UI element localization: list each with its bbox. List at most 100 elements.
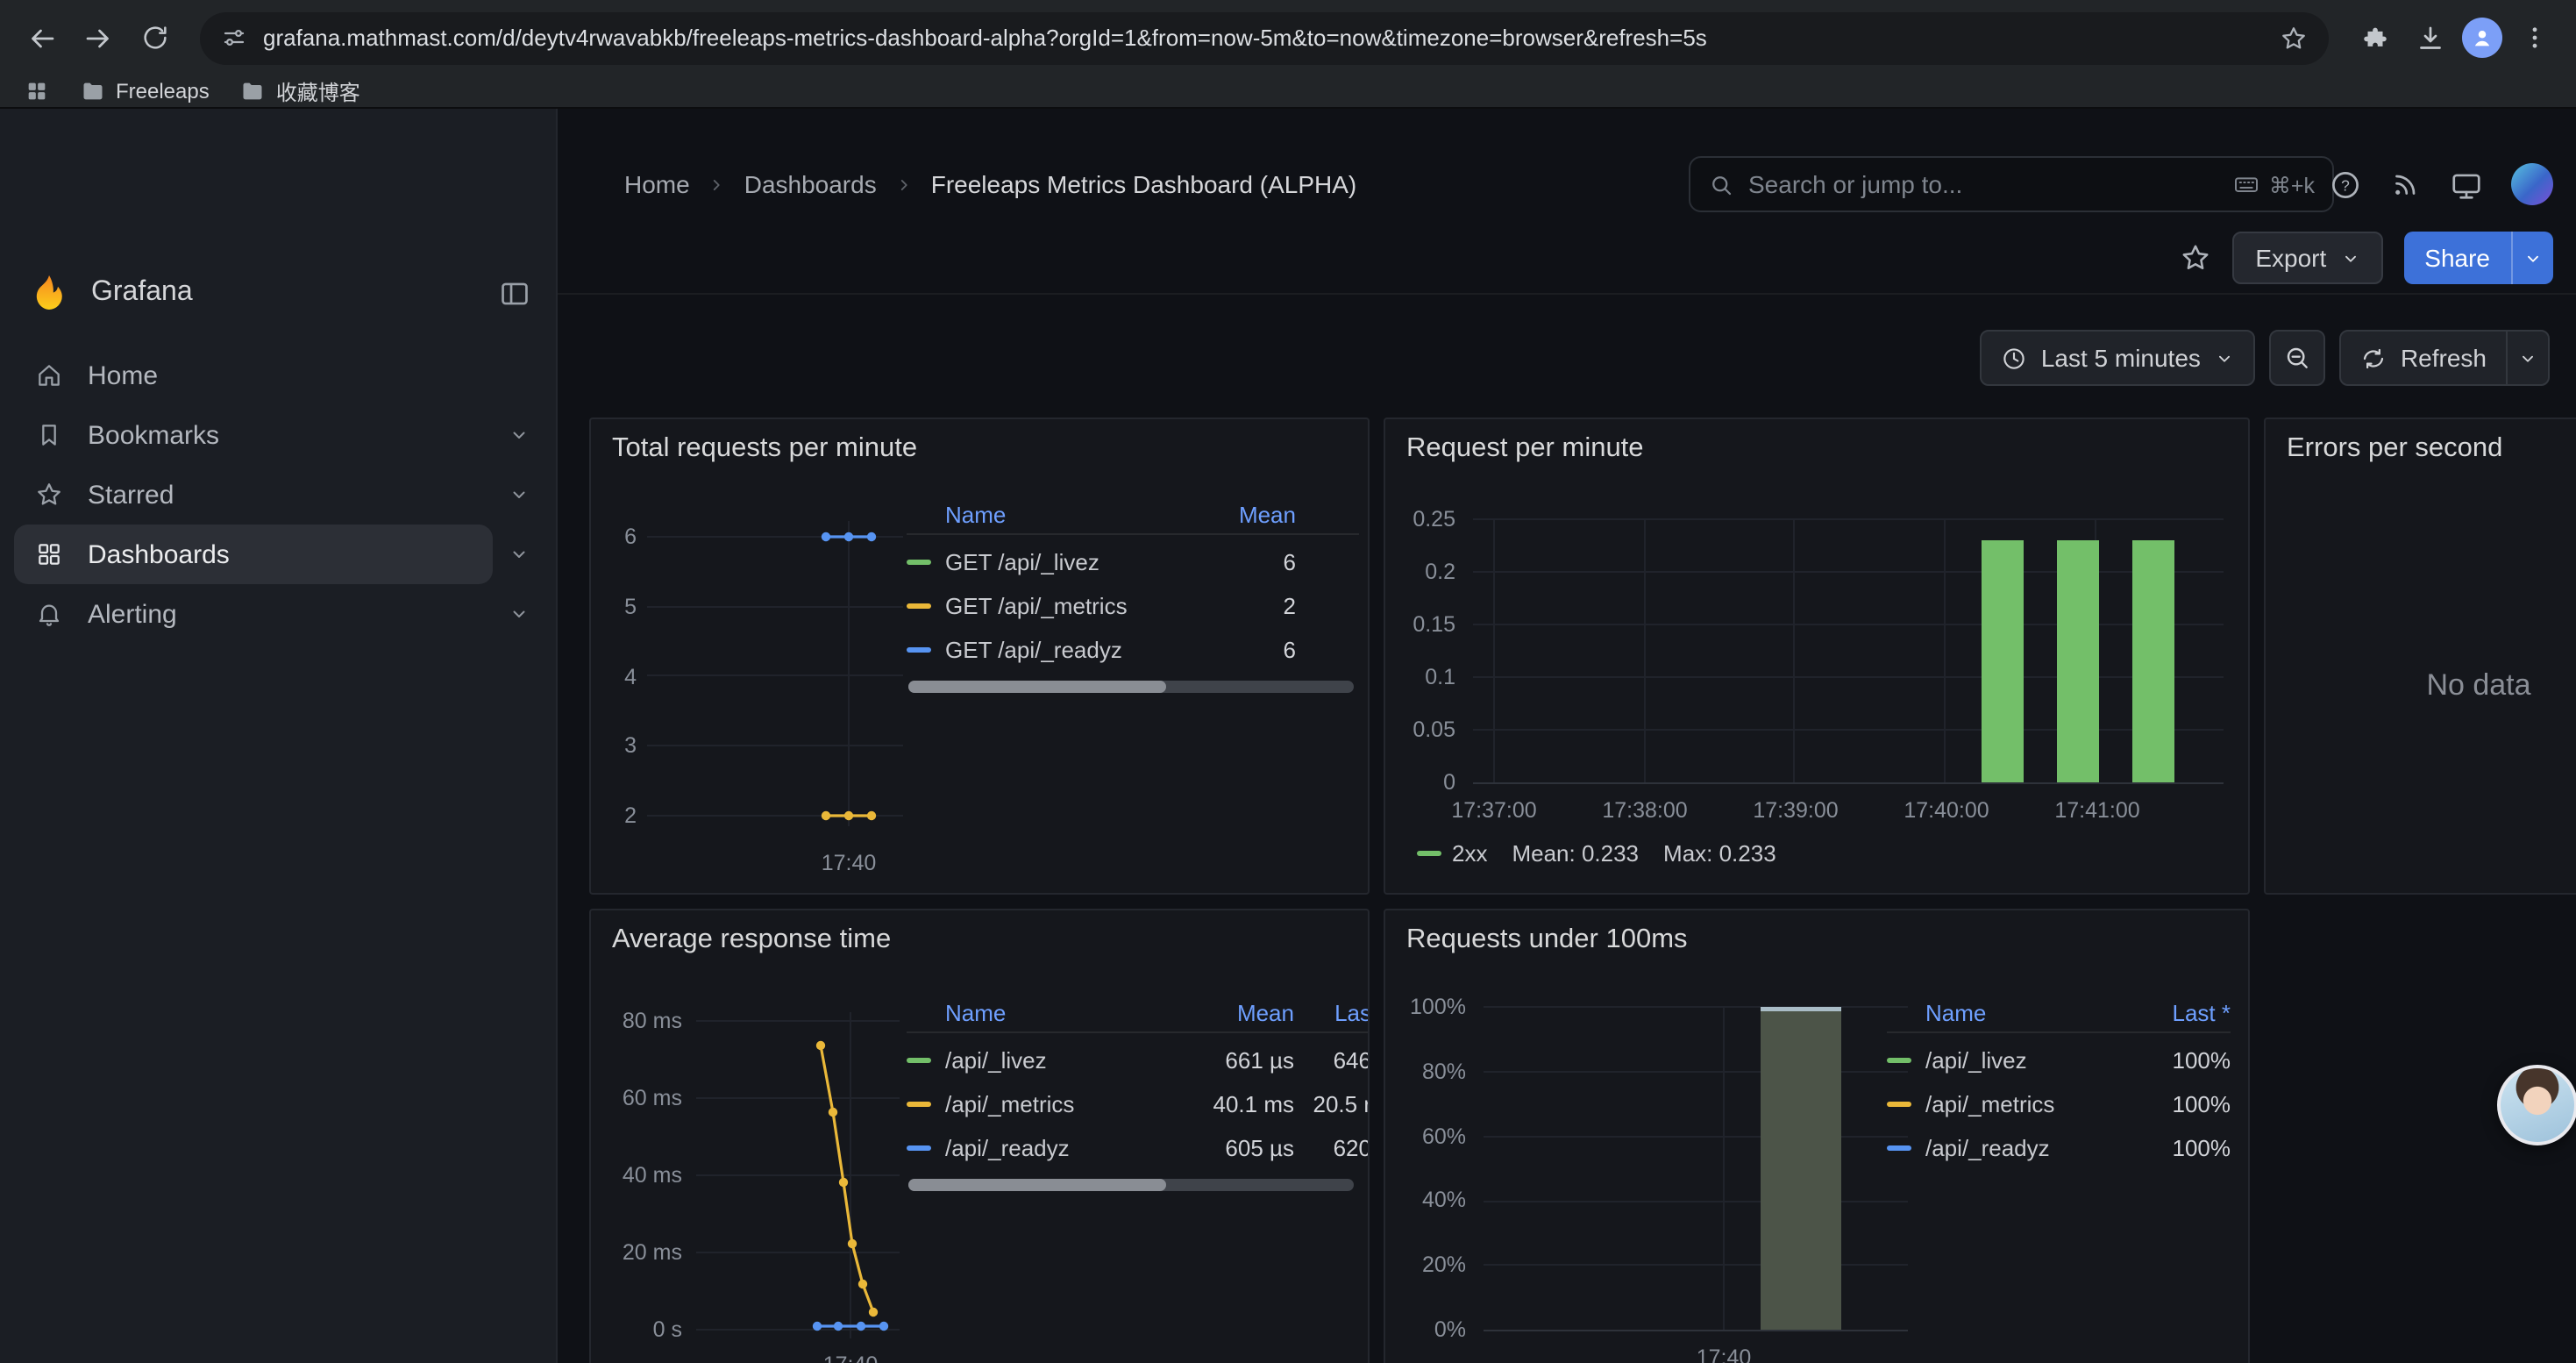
reload-button[interactable] <box>130 13 179 62</box>
breadcrumb-home[interactable]: Home <box>624 170 690 198</box>
grafana-brand[interactable]: Grafana <box>28 256 193 330</box>
legend-header-name[interactable]: Name <box>907 1000 1185 1026</box>
share-menu-chevron[interactable] <box>2511 232 2553 284</box>
series-mean: 6 <box>1284 549 1359 575</box>
sidebar-nav: Home Bookmarks Starred <box>0 346 556 644</box>
user-avatar[interactable] <box>2511 163 2553 205</box>
panel-total-requests-per-minute: Total requests per minute 65432 17:40 Na… <box>589 417 1370 895</box>
browser-menu-icon[interactable] <box>2509 13 2558 62</box>
refresh-interval-chevron[interactable] <box>2506 332 2548 384</box>
sidebar-link-dashboards[interactable]: Dashboards <box>14 525 493 584</box>
series-name[interactable]: GET /api/_readyz <box>945 637 1122 663</box>
grafana-logo-icon <box>28 272 70 314</box>
series-last: 100% <box>2136 1135 2231 1161</box>
breadcrumb: Home Dashboards Freeleaps Metrics Dashbo… <box>624 167 1356 202</box>
series-mean: 40.1 ms <box>1185 1091 1294 1117</box>
bar-chart <box>1480 995 1911 1345</box>
expand-chevron-icon[interactable] <box>493 425 545 446</box>
panel-title[interactable]: Errors per second <box>2287 433 2502 465</box>
series-name[interactable]: /api/_livez <box>945 1047 1047 1074</box>
legend-row: GET /api/_livez 6 <box>907 540 1359 584</box>
forward-button[interactable] <box>74 13 123 62</box>
legend-header-last[interactable]: Last * <box>2136 1000 2231 1026</box>
bookmark-star-icon[interactable] <box>2280 24 2308 52</box>
sidebar-item-alerting: Alerting <box>0 584 556 644</box>
back-button[interactable] <box>18 13 67 62</box>
legend-table: Name Mean GET /api/_livez 6 GET /api/_me… <box>907 496 1359 672</box>
sidebar-item-starred: Starred <box>0 465 556 525</box>
sidebar-item-label: Starred <box>88 480 174 510</box>
series-name[interactable]: /api/_readyz <box>945 1135 1070 1161</box>
site-info-icon[interactable] <box>221 25 247 51</box>
header-divider <box>558 293 2576 295</box>
x-axis-labels: 17:37:0017:38:0017:39:0017:40:0017:41:00 <box>1419 798 2173 823</box>
series-name[interactable]: GET /api/_metrics <box>945 593 1128 619</box>
series-swatch <box>907 560 931 565</box>
bookmark-folder-blogs[interactable]: 收藏博客 <box>241 76 360 106</box>
browser-profile-avatar[interactable] <box>2462 18 2502 58</box>
legend-header-mean[interactable]: Mean <box>1239 502 1359 528</box>
series-name[interactable]: /api/_metrics <box>1925 1091 2054 1117</box>
expand-chevron-icon[interactable] <box>493 484 545 505</box>
series-name[interactable]: GET /api/_livez <box>945 549 1099 575</box>
sidebar-link-starred[interactable]: Starred <box>14 465 493 525</box>
expand-chevron-icon[interactable] <box>493 603 545 624</box>
series-max: Max: 0.233 <box>1663 840 1776 867</box>
apps-grid-icon[interactable] <box>25 79 49 103</box>
panel-average-response-time: Average response time 80 ms60 ms40 ms20 … <box>589 909 1370 1363</box>
series-last: 646 <box>1294 1047 1370 1074</box>
share-button[interactable]: Share <box>2403 232 2511 284</box>
panel-title[interactable]: Requests under 100ms <box>1406 924 1688 956</box>
sidebar-item-home: Home <box>0 346 556 405</box>
help-icon[interactable] <box>2329 168 2362 201</box>
kiosk-monitor-icon[interactable] <box>2450 168 2483 201</box>
series-name[interactable]: 2xx <box>1452 840 1487 867</box>
breadcrumb-dashboards[interactable]: Dashboards <box>744 170 877 198</box>
legend-header-mean[interactable]: Mean <box>1185 1000 1294 1026</box>
legend-header-name[interactable]: Name <box>1887 1000 2136 1026</box>
favorite-star-icon[interactable] <box>2180 242 2211 274</box>
refresh-icon <box>2360 345 2387 371</box>
bookmark-label: 收藏博客 <box>276 76 360 106</box>
news-rss-icon[interactable] <box>2390 168 2422 200</box>
zoom-out-button[interactable] <box>2269 330 2325 386</box>
bookmark-folder-freeleaps[interactable]: Freeleaps <box>81 79 210 103</box>
refresh-button[interactable]: Refresh <box>2341 332 2506 384</box>
sidebar-link-alerting[interactable]: Alerting <box>14 584 493 644</box>
folder-icon <box>81 79 105 103</box>
scrollbar-thumb[interactable] <box>908 681 1167 693</box>
time-range-picker[interactable]: Last 5 minutes <box>1980 330 2255 386</box>
extensions-icon[interactable] <box>2350 13 2399 62</box>
search-input[interactable]: Search or jump to... ⌘+k <box>1689 156 2334 212</box>
expand-chevron-icon[interactable] <box>493 544 545 565</box>
panel-title[interactable]: Request per minute <box>1406 433 1644 465</box>
series-swatch <box>1887 1058 1911 1063</box>
grafana-sidebar: Grafana Home Bookmarks S <box>0 109 558 1363</box>
legend-scrollbar[interactable] <box>908 681 1354 693</box>
series-name[interactable]: /api/_metrics <box>945 1091 1074 1117</box>
floating-assistant-avatar[interactable] <box>2497 1065 2576 1145</box>
series-name[interactable]: /api/_readyz <box>1925 1135 2050 1161</box>
panel-requests-under-100ms: Requests under 100ms 100%80%60%40%20%0% … <box>1384 909 2250 1363</box>
folder-icon <box>241 79 266 103</box>
sidebar-link-home[interactable]: Home <box>14 346 493 405</box>
bookmark-icon <box>35 421 63 449</box>
legend-scrollbar[interactable] <box>908 1179 1354 1191</box>
downloads-icon[interactable] <box>2406 13 2455 62</box>
sidebar-item-label: Alerting <box>88 599 177 629</box>
series-name[interactable]: /api/_livez <box>1925 1047 2027 1074</box>
sidebar-link-bookmarks[interactable]: Bookmarks <box>14 405 493 465</box>
export-button[interactable]: Export <box>2232 232 2382 284</box>
series-swatch <box>1417 851 1441 856</box>
browser-toolbar: grafana.mathmast.com/d/deytv4rwavabkb/fr… <box>0 0 2576 75</box>
panel-title[interactable]: Total requests per minute <box>612 433 917 465</box>
url-bar[interactable]: grafana.mathmast.com/d/deytv4rwavabkb/fr… <box>200 11 2329 64</box>
dock-menu-icon[interactable] <box>498 277 531 310</box>
legend-header-last[interactable]: Las <box>1294 1000 1370 1026</box>
panel-title[interactable]: Average response time <box>612 924 891 956</box>
series-swatch <box>1887 1145 1911 1151</box>
legend-header-name[interactable]: Name <box>907 502 1006 528</box>
scrollbar-thumb[interactable] <box>908 1179 1167 1191</box>
line-chart <box>644 507 907 840</box>
legend-header: Name Mean <box>907 496 1359 535</box>
